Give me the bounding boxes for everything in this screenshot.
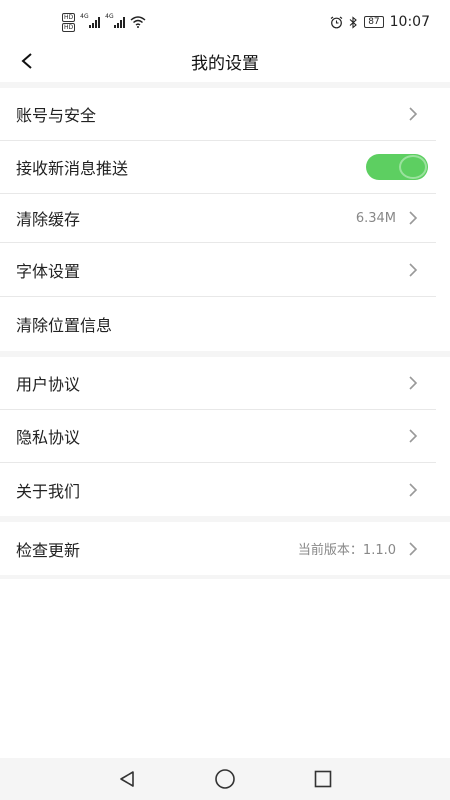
chevron-left-icon [21,53,32,69]
square-recents-icon [314,770,332,788]
circle-home-icon [215,769,235,789]
font-settings-item[interactable]: 字体设置 [0,243,436,297]
hd-indicators: HD HD [62,12,76,32]
item-label: 清除缓存 [16,210,81,229]
chevron-right-icon [406,209,420,227]
item-label: 接收新消息推送 [16,159,129,178]
network-type: 4G [105,13,114,20]
back-button[interactable] [10,44,44,78]
page-title: 我的设置 [191,53,259,74]
signal-icon: 4G [80,13,101,28]
privacy-agreement-item[interactable]: 隐私协议 [0,410,436,463]
item-label: 隐私协议 [16,428,81,447]
hd-badge: HD [62,22,76,32]
account-security-item[interactable]: 账号与安全 [0,88,436,141]
push-notification-toggle[interactable] [366,154,428,180]
clock: 10:07 [389,14,430,30]
status-right: 87 10:07 [330,14,430,30]
chevron-right-icon [406,427,420,445]
item-label: 关于我们 [16,481,81,501]
page-header: 我的设置 [0,40,450,82]
check-update-item[interactable]: 检查更新 当前版本：1.1.0 [0,522,436,575]
user-agreement-item[interactable]: 用户协议 [0,357,436,410]
settings-group-legal: 用户协议 隐私协议 关于我们 [0,357,450,516]
battery-indicator: 87 [364,16,384,28]
status-bar: HD HD 4G 4G 87 10:07 [0,0,450,44]
nav-recents-button[interactable] [308,764,338,794]
settings-group-update: 检查更新 当前版本：1.1.0 [0,522,450,575]
chevron-right-icon [406,261,420,279]
app-version: 当前版本：1.1.0 [297,543,396,558]
wifi-icon [130,16,146,28]
chevron-right-icon [406,105,420,123]
chevron-right-icon [406,481,420,499]
item-label: 检查更新 [16,540,81,560]
hd-badge: HD [62,12,76,22]
alarm-icon [330,16,343,28]
toggle-knob [399,155,427,179]
network-type: 4G [80,13,89,20]
cache-size: 6.34M [355,210,396,226]
settings-group-general: 账号与安全 接收新消息推送 清除缓存 6.34M 字体设置 清除位置信息 [0,88,450,351]
clear-location-item[interactable]: 清除位置信息 [0,297,436,351]
item-label: 账号与安全 [16,106,97,125]
about-us-item[interactable]: 关于我们 [0,463,436,516]
nav-home-button[interactable] [210,764,240,794]
system-nav-bar [0,758,450,800]
item-label: 用户协议 [16,375,81,394]
status-left: HD HD 4G 4G [62,12,146,32]
chevron-right-icon [406,540,420,558]
nav-back-button[interactable] [112,764,142,794]
triangle-back-icon [120,771,134,787]
item-label: 清除位置信息 [16,316,113,335]
bluetooth-icon [349,15,358,29]
signal-icon: 4G [105,13,126,28]
chevron-right-icon [406,374,420,392]
section-divider [0,575,450,579]
clear-cache-item[interactable]: 清除缓存 6.34M [0,194,436,243]
push-notification-item: 接收新消息推送 [0,141,436,194]
item-label: 字体设置 [16,261,81,281]
